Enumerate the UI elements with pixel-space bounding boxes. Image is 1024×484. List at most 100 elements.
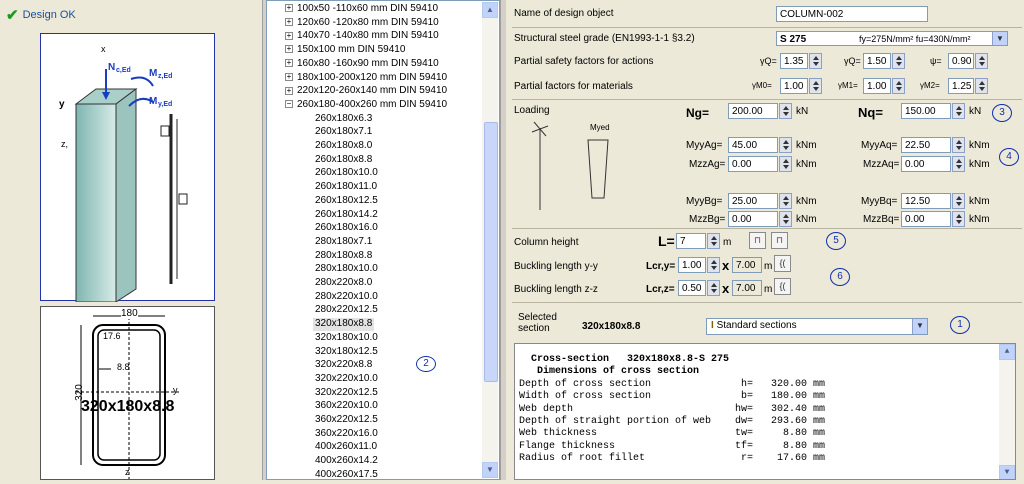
gq2-input[interactable]: 1.50 [863, 53, 891, 69]
section-type-select[interactable]: I Standard sections ▼ [706, 318, 928, 335]
tree-item[interactable]: 400x260x14.2 [313, 455, 380, 468]
mzzbq-spinner[interactable] [952, 211, 965, 227]
tree-item[interactable]: 280x180x7.1 [313, 236, 374, 249]
tree-item[interactable]: 320x220x12.5 [313, 387, 380, 400]
l-input[interactable]: 7 [676, 233, 706, 249]
tree-item[interactable]: 260x180x8.8 [313, 154, 374, 167]
expand-icon[interactable]: + [285, 86, 293, 95]
myybg-spinner[interactable] [779, 193, 792, 209]
myybg-input[interactable]: 25.00 [728, 193, 778, 209]
lcry-spinner[interactable] [707, 257, 720, 273]
report-scrollbar[interactable]: ▲ ▼ [999, 344, 1015, 479]
tree-group-5[interactable]: +180x100-200x120 mm DIN 59410 [285, 72, 447, 85]
expand-icon[interactable]: + [285, 72, 293, 81]
tree-group-6[interactable]: +220x120-260x140 mm DIN 59410 [285, 85, 447, 98]
myyag-label: MyyAg= [686, 140, 723, 151]
tree-item[interactable]: 360x220x12.5 [313, 414, 380, 427]
tree-item[interactable]: 320x220x8.8 [313, 359, 374, 372]
expand-icon[interactable]: + [285, 45, 293, 54]
chevron-down-icon[interactable]: ▼ [992, 32, 1007, 45]
section-tree[interactable]: +100x50 -110x60 mm DIN 59410 +120x60 -120… [266, 0, 500, 480]
myyaq-spinner[interactable] [952, 137, 965, 153]
ng-input[interactable]: 200.00 [728, 103, 778, 119]
mzzaq-spinner[interactable] [952, 156, 965, 172]
gm1-input[interactable]: 1.00 [863, 78, 891, 94]
buckling-zz-label: Buckling length z-z [514, 284, 598, 295]
gq1-input[interactable]: 1.35 [780, 53, 808, 69]
gm2-spinner[interactable] [975, 78, 988, 94]
fixed-support-button[interactable]: ⊓ [771, 232, 788, 249]
expand-icon[interactable]: + [285, 4, 293, 13]
myyag-input[interactable]: 45.00 [728, 137, 778, 153]
lcrz-factor-input[interactable]: 0.50 [678, 280, 706, 296]
tree-item[interactable]: 260x180x8.0 [313, 140, 374, 153]
tree-item[interactable]: 320x220x10.0 [313, 373, 380, 386]
lcrz-spinner[interactable] [707, 280, 720, 296]
myybq-input[interactable]: 12.50 [901, 193, 951, 209]
gq2-spinner[interactable] [892, 53, 905, 69]
tree-item[interactable]: 280x220x10.0 [313, 291, 380, 304]
tree-item[interactable]: 260x180x14.2 [313, 209, 380, 222]
tree-item[interactable]: 280x180x8.8 [313, 250, 374, 263]
expand-icon[interactable]: + [285, 18, 293, 27]
tree-item[interactable]: 280x180x10.0 [313, 263, 380, 276]
pinned-support-button[interactable]: ⊓ [749, 232, 766, 249]
mzzbq-input[interactable]: 0.00 [901, 211, 951, 227]
mzzag-input[interactable]: 0.00 [728, 156, 778, 172]
psi-input[interactable]: 0.90 [948, 53, 974, 69]
tree-item[interactable]: 400x260x11.0 [313, 441, 379, 454]
mzzbg-spinner[interactable] [779, 211, 792, 227]
tree-item[interactable]: 260x180x16.0 [313, 222, 380, 235]
tree-item[interactable]: 320x180x10.0 [313, 332, 380, 345]
scroll-down-icon[interactable]: ▼ [482, 462, 498, 478]
tree-item[interactable]: 280x220x12.5 [313, 304, 380, 317]
myyag-spinner[interactable] [779, 137, 792, 153]
column-height-label: Column height [514, 237, 579, 248]
expand-icon[interactable]: + [285, 31, 293, 40]
steel-grade-select[interactable]: S 275 fy=275N/mm² fu=430N/mm² ▼ [776, 31, 1008, 46]
nq-spinner[interactable] [952, 103, 965, 119]
chevron-down-icon[interactable]: ▼ [912, 319, 927, 334]
tree-item[interactable]: 260x180x11.0 [313, 181, 379, 194]
name-input[interactable]: COLUMN-002 [776, 6, 928, 22]
tree-item[interactable]: 280x220x8.0 [313, 277, 374, 290]
gq1-spinner[interactable] [809, 53, 822, 69]
myybq-spinner[interactable] [952, 193, 965, 209]
l-spinner[interactable] [707, 233, 720, 249]
tree-scroll-thumb[interactable] [484, 122, 498, 382]
lcry-factor-input[interactable]: 1.00 [678, 257, 706, 273]
mzzaq-input[interactable]: 0.00 [901, 156, 951, 172]
tree-item[interactable]: 320x180x12.5 [313, 346, 380, 359]
mzzag-spinner[interactable] [779, 156, 792, 172]
gm2-input[interactable]: 1.25 [948, 78, 974, 94]
tree-group-3[interactable]: +150x100 mm DIN 59410 [285, 44, 405, 57]
tree-item[interactable]: 260x180x12.5 [313, 195, 380, 208]
calculation-report[interactable]: Cross-section 320x180x8.8-S 275 Dimensio… [514, 343, 1016, 480]
tree-group-7[interactable]: −260x180-400x260 mm DIN 59410 [285, 99, 447, 112]
tree-item[interactable]: 360x220x10.0 [313, 400, 380, 413]
tree-group-2[interactable]: +140x70 -140x80 mm DIN 59410 [285, 30, 439, 43]
tree-item[interactable]: 260x180x6.3 [313, 113, 374, 126]
tree-item[interactable]: 260x180x10.0 [313, 167, 380, 180]
gm0-spinner[interactable] [809, 78, 822, 94]
tree-item[interactable]: 360x220x16.0 [313, 428, 380, 441]
tree-group-0[interactable]: +100x50 -110x60 mm DIN 59410 [285, 3, 438, 16]
tree-group-4[interactable]: +160x80 -160x90 mm DIN 59410 [285, 58, 439, 71]
scroll-up-icon[interactable]: ▲ [482, 2, 498, 18]
psi-spinner[interactable] [975, 53, 988, 69]
buckling-mode-y-icon[interactable]: {( [774, 255, 791, 272]
gm1-spinner[interactable] [892, 78, 905, 94]
tree-item-selected[interactable]: 320x180x8.8 [313, 318, 375, 331]
buckling-mode-z-icon[interactable]: {( [774, 278, 791, 295]
scroll-down-icon[interactable]: ▼ [999, 465, 1015, 479]
mzzbg-input[interactable]: 0.00 [728, 211, 778, 227]
gm0-input[interactable]: 1.00 [780, 78, 808, 94]
scroll-up-icon[interactable]: ▲ [999, 344, 1015, 360]
nq-input[interactable]: 150.00 [901, 103, 951, 119]
tree-item[interactable]: 260x180x7.1 [313, 126, 374, 139]
tree-group-1[interactable]: +120x60 -120x80 mm DIN 59410 [285, 17, 439, 30]
myyaq-input[interactable]: 22.50 [901, 137, 951, 153]
ng-spinner[interactable] [779, 103, 792, 119]
collapse-icon[interactable]: − [285, 100, 293, 109]
expand-icon[interactable]: + [285, 59, 293, 68]
